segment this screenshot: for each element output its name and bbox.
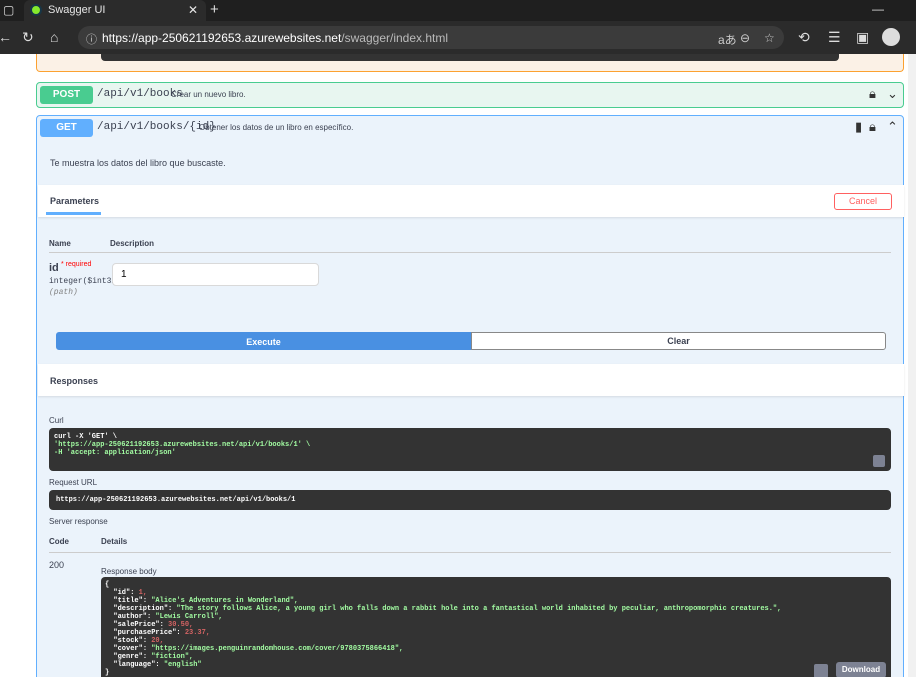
json-line: "cover": "https://images.penguinrandomho… xyxy=(113,645,404,653)
swagger-page: POST /api/v1/books Crear un nuevo libro.… xyxy=(0,54,916,677)
new-tab-button[interactable]: + xyxy=(210,1,219,18)
extensions-icon[interactable]: ⟲ xyxy=(798,29,810,46)
parameters-header: Parameters Cancel xyxy=(38,185,904,217)
copy-icon[interactable] xyxy=(814,664,828,677)
json-line: { xyxy=(105,581,110,589)
get-path: /api/v1/books/{id} xyxy=(97,121,216,133)
tab-parameters[interactable]: Parameters xyxy=(50,196,99,206)
param-type: integer($int32) xyxy=(49,277,122,286)
param-required: * required xyxy=(61,261,92,268)
favorites-icon[interactable]: ☰ xyxy=(828,29,841,46)
json-line: "description": "The story follows Alice,… xyxy=(113,605,782,613)
previous-opblock xyxy=(36,54,904,72)
operation-description: Te muestra los datos del libro que busca… xyxy=(50,158,226,168)
json-line: "purchasePrice": 23.37, xyxy=(113,629,211,637)
json-line: } xyxy=(105,669,110,677)
json-line: "language": "english" xyxy=(113,661,202,669)
json-line: "author": "Lewis Carroll", xyxy=(113,613,223,621)
column-name: Name xyxy=(49,239,71,248)
active-tab-indicator xyxy=(46,212,101,215)
collections-icon[interactable]: ▣ xyxy=(856,29,869,46)
back-icon[interactable]: ← xyxy=(0,29,12,45)
curl-label: Curl xyxy=(49,416,64,425)
execute-button[interactable]: Execute xyxy=(56,332,471,350)
get-summary: Obtener los datos de un libro en específ… xyxy=(199,123,354,132)
tab-close-icon[interactable]: ✕ xyxy=(188,3,198,17)
curl-line: -H 'accept: application/json' xyxy=(54,449,176,457)
clear-button[interactable]: Clear xyxy=(471,332,886,350)
browser-toolbar: ← ↻ ⌂ ⓘ https://app-250621192653.azurewe… xyxy=(0,21,916,54)
response-body-block[interactable]: { "id": 1, "title": "Alice's Adventures … xyxy=(101,577,891,677)
method-badge-post: POST xyxy=(40,86,93,104)
code-column: Code xyxy=(49,537,69,546)
zoom-icon[interactable]: ⊖ xyxy=(740,31,750,45)
window-menu-icon[interactable]: ▢ xyxy=(3,3,14,17)
column-description: Description xyxy=(110,239,155,248)
json-line: "stock": 20, xyxy=(113,637,164,645)
lock-icon[interactable]: 🔒︎ xyxy=(869,86,876,102)
param-location: (path) xyxy=(49,288,78,297)
page-scrollbar[interactable] xyxy=(908,54,916,677)
responses-title: Responses xyxy=(50,376,99,386)
json-line: "title": "Alice's Adventures in Wonderla… xyxy=(113,597,299,605)
opblock-post-books[interactable]: POST /api/v1/books Crear un nuevo libro.… xyxy=(36,82,904,108)
tab-title: Swagger UI xyxy=(48,4,106,16)
address-bar[interactable]: ⓘ https://app-250621192653.azurewebsites… xyxy=(78,26,784,49)
swagger-favicon-icon xyxy=(30,4,42,16)
request-url-label: Request URL xyxy=(49,478,98,487)
curl-line: curl -X 'GET' \ xyxy=(54,433,118,441)
chevron-down-icon[interactable]: ⌄ xyxy=(887,86,898,102)
server-response-label: Server response xyxy=(49,517,108,526)
read-aloud-icon[interactable]: aあ xyxy=(718,31,737,48)
responses-header: Responses xyxy=(38,364,904,396)
response-code: 200 xyxy=(49,560,65,570)
json-line: "salePrice": 30.50, xyxy=(113,621,194,629)
response-divider xyxy=(49,552,891,553)
minimize-button[interactable]: — xyxy=(872,2,884,16)
reload-icon[interactable]: ↻ xyxy=(22,29,34,46)
browser-tab[interactable]: Swagger UI ✕ xyxy=(24,0,206,21)
curl-line: 'https://app-250621192653.azurewebsites.… xyxy=(54,441,311,449)
id-input[interactable]: 1 xyxy=(112,263,319,286)
lock-icon[interactable]: 🔒︎ xyxy=(869,119,876,135)
copy-icon[interactable] xyxy=(873,455,885,467)
favorite-star-icon[interactable]: ☆ xyxy=(764,31,775,45)
opblock-get-book-by-id: GET /api/v1/books/{id} Obtener los datos… xyxy=(36,115,904,677)
drag-handle-icon[interactable]: ▮ xyxy=(855,119,862,135)
request-url-block[interactable]: https://app-250621192653.azurewebsites.n… xyxy=(49,490,891,510)
profile-avatar[interactable] xyxy=(882,28,900,46)
url-text[interactable]: https://app-250621192653.azurewebsites.n… xyxy=(102,31,448,45)
param-name: id xyxy=(49,262,59,274)
post-summary: Crear un nuevo libro. xyxy=(171,90,246,99)
param-divider xyxy=(49,252,891,253)
json-line: "genre": "fiction", xyxy=(113,653,194,661)
post-path: /api/v1/books xyxy=(97,88,183,100)
cancel-button[interactable]: Cancel xyxy=(834,193,892,210)
method-badge-get: GET xyxy=(40,119,93,137)
json-line: "id": 1, xyxy=(113,589,148,597)
home-icon[interactable]: ⌂ xyxy=(50,29,58,45)
site-info-icon[interactable]: ⓘ xyxy=(86,31,97,47)
download-button[interactable]: Download xyxy=(836,662,886,677)
details-column: Details xyxy=(101,537,128,546)
response-body-label: Response body xyxy=(101,567,157,576)
chevron-up-icon[interactable]: ⌃ xyxy=(887,119,898,135)
browser-tab-bar: ▢ Swagger UI ✕ + — xyxy=(0,0,916,21)
curl-code-block[interactable]: curl -X 'GET' \ 'https://app-25062119265… xyxy=(49,428,891,471)
previous-code-block xyxy=(101,54,839,61)
